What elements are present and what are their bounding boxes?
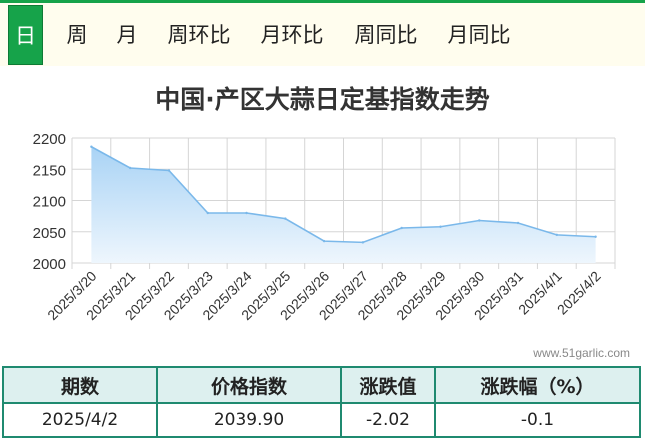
data-point [322,239,326,243]
data-point [439,225,442,228]
data-point [594,235,597,238]
tab-week[interactable]: 周 [60,5,94,65]
data-point [555,233,559,237]
data-point [284,217,287,220]
cell-period: 2025/4/2 [2,402,158,438]
summary-data-row: 2025/4/2 2039.90 -2.02 -0.1 [2,402,641,438]
x-tick-label: 2025/4/2 [554,268,604,318]
data-point [478,219,481,222]
y-tick-label: 2150 [33,162,66,179]
chart-title: 中国·产区大蒜日定基指数走势 [155,85,490,114]
cell-change-percent: -0.1 [434,402,641,438]
index-trend-chart: 200020502100215022002025/3/202025/3/2120… [33,131,616,323]
header-price-index: 价格指数 [156,366,342,404]
data-point [128,166,132,170]
y-tick-label: 2100 [33,194,66,211]
data-point [206,211,209,215]
cell-change-value: -2.02 [340,402,436,438]
tab-month-year-on-year[interactable]: 月同比 [443,5,515,65]
site-watermark: www.51garlic.com [533,346,630,360]
tab-week-on-week[interactable]: 周环比 [163,5,235,65]
data-point [90,145,93,148]
tab-month[interactable]: 月 [110,5,144,65]
period-tab-bar: 日 周 月 周环比 月环比 周同比 月同比 [0,0,645,66]
header-period: 期数 [2,366,158,404]
data-point [400,226,403,230]
data-point [245,211,248,215]
header-change-value: 涨跌值 [340,366,436,404]
summary-header-row: 期数 价格指数 涨跌值 涨跌幅（%） [2,366,641,404]
tab-week-year-on-year[interactable]: 周同比 [350,5,422,65]
y-tick-label: 2200 [33,131,66,148]
y-tick-label: 2000 [33,256,66,273]
tab-day[interactable]: 日 [8,5,43,65]
data-point [167,169,171,172]
data-point [361,241,365,244]
tab-month-on-month[interactable]: 月环比 [256,5,328,65]
summary-table: 期数 价格指数 涨跌值 涨跌幅（%） 2025/4/2 2039.90 -2.0… [2,366,641,438]
cell-price-index: 2039.90 [156,402,342,438]
y-tick-label: 2050 [33,225,66,242]
header-change-percent: 涨跌幅（%） [434,366,641,404]
data-point [516,221,520,225]
